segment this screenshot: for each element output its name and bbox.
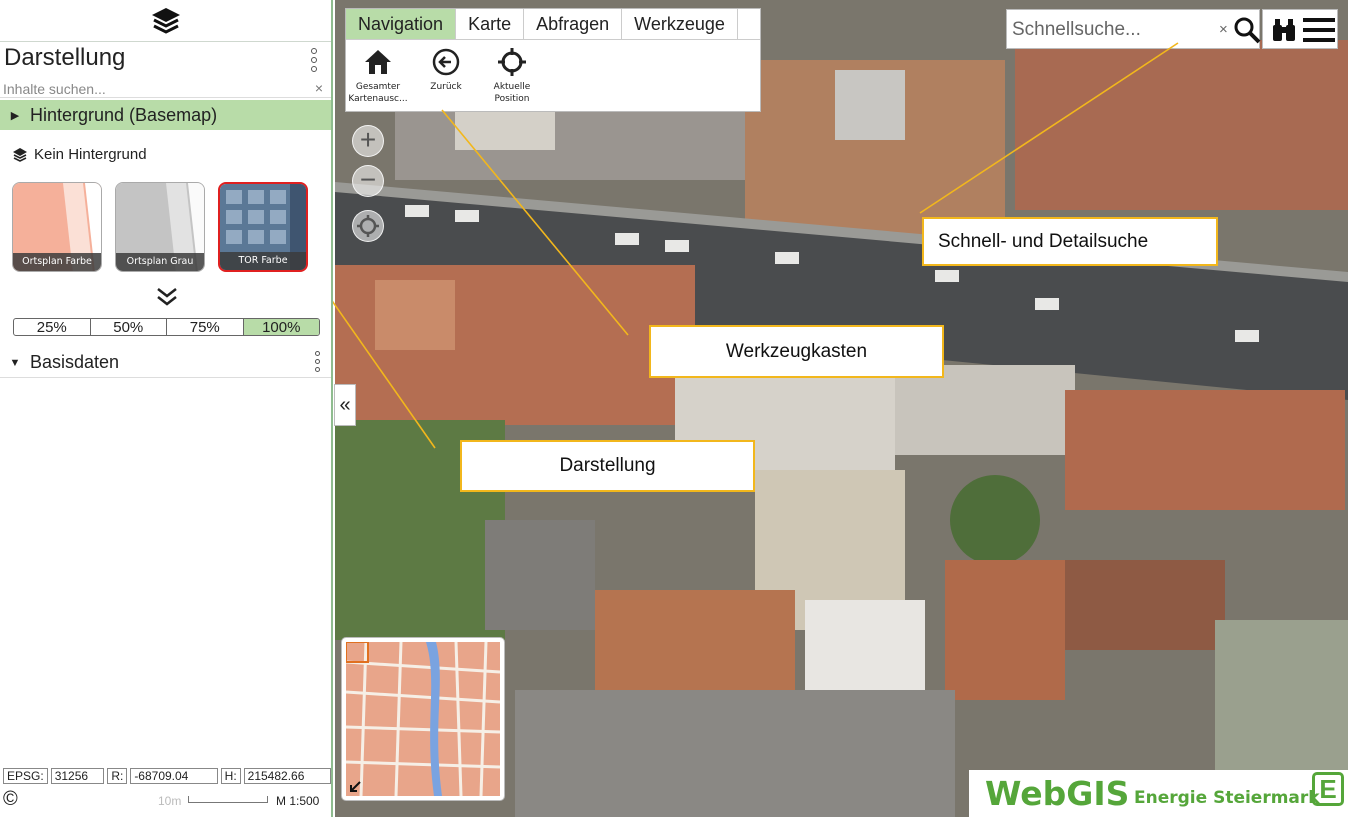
epsg-value: 31256 — [50, 768, 105, 784]
zoom-out-button[interactable]: − — [352, 165, 384, 197]
tab-karte[interactable]: Karte — [456, 9, 525, 39]
layers-small-icon — [13, 147, 27, 162]
copyright-icon[interactable]: © — [3, 788, 18, 811]
full-extent-button[interactable]: Gesamter Kartenausc... — [346, 47, 410, 105]
no-background-option[interactable]: Kein Hintergrund — [12, 146, 147, 163]
binoculars-icon[interactable] — [1271, 17, 1297, 43]
group-basisdaten[interactable]: ▼ Basisdaten — [0, 348, 331, 378]
group-basisdaten-label: Basisdaten — [30, 352, 120, 372]
layers-icon[interactable] — [150, 5, 182, 37]
opacity-50[interactable]: 50% — [91, 319, 167, 335]
scale-distance: 10m — [158, 794, 182, 808]
tab-abfragen[interactable]: Abfragen — [524, 9, 623, 39]
basisdaten-menu-icon[interactable] — [313, 351, 321, 372]
opacity-selector: 25% 50% 75% 100% — [13, 318, 320, 336]
search-tools — [1262, 9, 1338, 49]
opacity-100[interactable]: 100% — [243, 319, 319, 335]
coordinate-bar: EPSG: 31256 R: -68709.04 H: 215482.66 — [0, 766, 331, 786]
collapse-sidebar-button[interactable]: « — [334, 384, 356, 426]
no-background-label: Kein Hintergrund — [34, 146, 147, 163]
opacity-75[interactable]: 75% — [167, 319, 244, 335]
back-button[interactable]: Zurück — [414, 47, 478, 93]
search-icon[interactable] — [1233, 16, 1261, 44]
h-label: H: — [220, 768, 241, 784]
overview-map-image — [345, 641, 501, 797]
quick-search-input[interactable]: Schnellsuche... — [1012, 19, 1141, 41]
menu-icon[interactable] — [1303, 16, 1335, 44]
opacity-25[interactable]: 25% — [14, 319, 91, 335]
content-search-clear-icon[interactable]: × — [315, 80, 323, 96]
callout-search: Schnell- und Detailsuche — [922, 217, 1218, 266]
collapse-overview-icon[interactable] — [348, 780, 362, 794]
basemap-ortsplan-grau[interactable]: Ortsplan Grau — [115, 182, 205, 272]
zoom-in-button[interactable]: + — [352, 125, 384, 157]
content-search: Inhalte suchen... × — [0, 80, 331, 98]
panel-title: Darstellung — [4, 44, 126, 71]
expand-more-icon[interactable] — [156, 287, 178, 307]
crosshair-icon — [498, 48, 526, 76]
sidebar: Darstellung Inhalte suchen... × ▶ Hinter… — [0, 0, 333, 817]
callout-toolbox: Werkzeugkasten — [649, 325, 944, 378]
collapsed-triangle-icon: ▶ — [10, 109, 20, 122]
quick-search-clear-icon[interactable]: × — [1219, 21, 1228, 38]
brand-bar: WebGIS Energie Steiermark E — [969, 770, 1348, 817]
current-position-label-2: Position — [494, 94, 530, 104]
back-arrow-icon — [432, 48, 460, 76]
layers-header — [0, 0, 331, 42]
group-background[interactable]: ▶ Hintergrund (Basemap) — [0, 100, 331, 130]
current-position-button[interactable]: Aktuelle Position — [480, 47, 544, 105]
home-icon — [365, 50, 391, 74]
tab-werkzeuge[interactable]: Werkzeuge — [622, 9, 738, 39]
brand-company: Energie Steiermark — [1134, 788, 1320, 808]
r-label: R: — [107, 768, 128, 784]
tab-navigation[interactable]: Navigation — [346, 9, 457, 39]
basemap-label: Ortsplan Grau — [116, 253, 204, 271]
energie-logo: E — [1312, 772, 1344, 806]
content-search-input[interactable]: Inhalte suchen... — [3, 81, 106, 97]
locate-crosshair-icon — [357, 215, 379, 237]
quick-search: Schnellsuche... × — [1006, 9, 1261, 49]
overview-map[interactable] — [341, 637, 505, 801]
locate-button[interactable] — [352, 210, 384, 242]
scale-ratio: M 1:500 — [276, 794, 320, 808]
epsg-label: EPSG: — [3, 768, 48, 784]
scale-line — [188, 796, 268, 803]
panel-menu-icon[interactable] — [310, 48, 318, 72]
current-position-label-1: Aktuelle — [493, 82, 531, 92]
toolbox: Navigation Karte Abfragen Werkzeuge Gesa… — [345, 8, 761, 112]
back-label: Zurück — [430, 82, 462, 92]
full-extent-label-1: Gesamter — [355, 82, 401, 92]
r-value: -68709.04 — [130, 768, 218, 784]
full-extent-label-2: Kartenausc... — [348, 94, 408, 104]
brand-name: WebGIS — [985, 774, 1130, 813]
group-background-label: Hintergrund (Basemap) — [30, 104, 218, 125]
callout-display: Darstellung — [460, 440, 755, 492]
basemap-label: Ortsplan Farbe — [13, 253, 101, 271]
h-value: 215482.66 — [243, 768, 331, 784]
toolbox-tabs: Navigation Karte Abfragen Werkzeuge — [346, 9, 760, 40]
scale-bar: © 10m M 1:500 — [0, 788, 331, 812]
basemap-label: TOR Farbe — [220, 252, 306, 270]
basemap-tor-farbe[interactable]: TOR Farbe — [218, 182, 308, 272]
basemap-ortsplan-farbe[interactable]: Ortsplan Farbe — [12, 182, 102, 272]
expanded-triangle-icon: ▼ — [9, 356, 21, 369]
